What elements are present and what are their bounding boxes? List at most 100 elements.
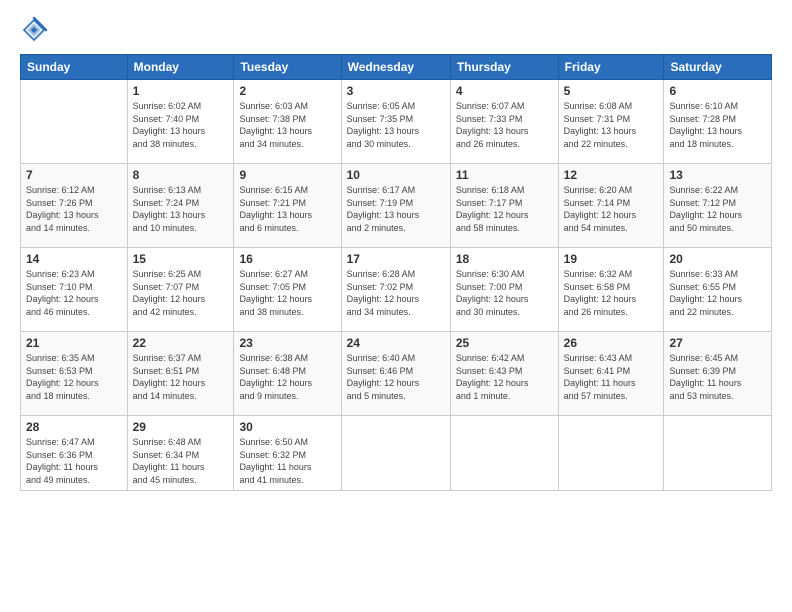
day-number: 10 — [347, 168, 445, 182]
day-number: 2 — [239, 84, 335, 98]
calendar-header-wednesday: Wednesday — [341, 55, 450, 80]
day-info: Sunrise: 6:13 AM Sunset: 7:24 PM Dayligh… — [133, 184, 229, 234]
day-info: Sunrise: 6:02 AM Sunset: 7:40 PM Dayligh… — [133, 100, 229, 150]
day-number: 13 — [669, 168, 766, 182]
calendar-cell — [558, 416, 664, 491]
calendar-cell: 10 Sunrise: 6:17 AM Sunset: 7:19 PM Dayli… — [341, 164, 450, 248]
calendar-cell: 19 Sunrise: 6:32 AM Sunset: 6:58 PM Dayli… — [558, 248, 664, 332]
day-number: 5 — [564, 84, 659, 98]
day-info: Sunrise: 6:48 AM Sunset: 6:34 PM Dayligh… — [133, 436, 229, 486]
calendar-header-monday: Monday — [127, 55, 234, 80]
day-number: 21 — [26, 336, 122, 350]
day-info: Sunrise: 6:10 AM Sunset: 7:28 PM Dayligh… — [669, 100, 766, 150]
calendar-header-saturday: Saturday — [664, 55, 772, 80]
day-number: 8 — [133, 168, 229, 182]
day-number: 27 — [669, 336, 766, 350]
day-number: 9 — [239, 168, 335, 182]
calendar-cell — [21, 80, 128, 164]
day-number: 4 — [456, 84, 553, 98]
calendar-cell: 3 Sunrise: 6:05 AM Sunset: 7:35 PM Daylig… — [341, 80, 450, 164]
day-info: Sunrise: 6:50 AM Sunset: 6:32 PM Dayligh… — [239, 436, 335, 486]
calendar-cell: 2 Sunrise: 6:03 AM Sunset: 7:38 PM Daylig… — [234, 80, 341, 164]
calendar-cell — [341, 416, 450, 491]
day-info: Sunrise: 6:43 AM Sunset: 6:41 PM Dayligh… — [564, 352, 659, 402]
calendar-table: SundayMondayTuesdayWednesdayThursdayFrid… — [20, 54, 772, 491]
calendar-header-thursday: Thursday — [450, 55, 558, 80]
calendar-cell: 8 Sunrise: 6:13 AM Sunset: 7:24 PM Daylig… — [127, 164, 234, 248]
page-header — [20, 16, 772, 44]
day-number: 23 — [239, 336, 335, 350]
day-number: 24 — [347, 336, 445, 350]
day-number: 18 — [456, 252, 553, 266]
day-number: 3 — [347, 84, 445, 98]
day-number: 14 — [26, 252, 122, 266]
calendar-page: SundayMondayTuesdayWednesdayThursdayFrid… — [0, 0, 792, 612]
day-info: Sunrise: 6:35 AM Sunset: 6:53 PM Dayligh… — [26, 352, 122, 402]
day-info: Sunrise: 6:08 AM Sunset: 7:31 PM Dayligh… — [564, 100, 659, 150]
calendar-cell: 6 Sunrise: 6:10 AM Sunset: 7:28 PM Daylig… — [664, 80, 772, 164]
day-info: Sunrise: 6:33 AM Sunset: 6:55 PM Dayligh… — [669, 268, 766, 318]
day-number: 11 — [456, 168, 553, 182]
calendar-cell: 17 Sunrise: 6:28 AM Sunset: 7:02 PM Dayli… — [341, 248, 450, 332]
calendar-cell: 4 Sunrise: 6:07 AM Sunset: 7:33 PM Daylig… — [450, 80, 558, 164]
day-number: 20 — [669, 252, 766, 266]
day-info: Sunrise: 6:42 AM Sunset: 6:43 PM Dayligh… — [456, 352, 553, 402]
day-number: 1 — [133, 84, 229, 98]
calendar-cell: 15 Sunrise: 6:25 AM Sunset: 7:07 PM Dayli… — [127, 248, 234, 332]
day-info: Sunrise: 6:45 AM Sunset: 6:39 PM Dayligh… — [669, 352, 766, 402]
logo — [20, 16, 52, 44]
calendar-cell: 9Sunrise: 6:15 AM Sunset: 7:21 PM Daylig… — [234, 164, 341, 248]
calendar-cell: 21 Sunrise: 6:35 AM Sunset: 6:53 PM Dayli… — [21, 332, 128, 416]
calendar-header-tuesday: Tuesday — [234, 55, 341, 80]
day-info: Sunrise: 6:27 AM Sunset: 7:05 PM Dayligh… — [239, 268, 335, 318]
calendar-cell: 7 Sunrise: 6:12 AM Sunset: 7:26 PM Daylig… — [21, 164, 128, 248]
day-info: Sunrise: 6:37 AM Sunset: 6:51 PM Dayligh… — [133, 352, 229, 402]
day-info: Sunrise: 6:47 AM Sunset: 6:36 PM Dayligh… — [26, 436, 122, 486]
day-number: 7 — [26, 168, 122, 182]
calendar-cell: 29 Sunrise: 6:48 AM Sunset: 6:34 PM Dayli… — [127, 416, 234, 491]
day-number: 30 — [239, 420, 335, 434]
calendar-cell: 18 Sunrise: 6:30 AM Sunset: 7:00 PM Dayli… — [450, 248, 558, 332]
day-number: 22 — [133, 336, 229, 350]
calendar-cell: 5 Sunrise: 6:08 AM Sunset: 7:31 PM Daylig… — [558, 80, 664, 164]
day-info: Sunrise: 6:30 AM Sunset: 7:00 PM Dayligh… — [456, 268, 553, 318]
day-number: 6 — [669, 84, 766, 98]
day-info: Sunrise: 6:22 AM Sunset: 7:12 PM Dayligh… — [669, 184, 766, 234]
calendar-cell: 20 Sunrise: 6:33 AM Sunset: 6:55 PM Dayli… — [664, 248, 772, 332]
day-info: Sunrise: 6:18 AM Sunset: 7:17 PM Dayligh… — [456, 184, 553, 234]
logo-icon — [20, 16, 48, 44]
day-info: Sunrise: 6:03 AM Sunset: 7:38 PM Dayligh… — [239, 100, 335, 150]
day-number: 17 — [347, 252, 445, 266]
calendar-cell: 27 Sunrise: 6:45 AM Sunset: 6:39 PM Dayli… — [664, 332, 772, 416]
day-number: 12 — [564, 168, 659, 182]
day-info: Sunrise: 6:28 AM Sunset: 7:02 PM Dayligh… — [347, 268, 445, 318]
day-number: 26 — [564, 336, 659, 350]
calendar-cell: 30 Sunrise: 6:50 AM Sunset: 6:32 PM Dayli… — [234, 416, 341, 491]
calendar-cell: 12 Sunrise: 6:20 AM Sunset: 7:14 PM Dayli… — [558, 164, 664, 248]
day-number: 29 — [133, 420, 229, 434]
calendar-cell: 23 Sunrise: 6:38 AM Sunset: 6:48 PM Dayli… — [234, 332, 341, 416]
calendar-cell: 26 Sunrise: 6:43 AM Sunset: 6:41 PM Dayli… — [558, 332, 664, 416]
calendar-cell: 14 Sunrise: 6:23 AM Sunset: 7:10 PM Dayli… — [21, 248, 128, 332]
calendar-cell: 1 Sunrise: 6:02 AM Sunset: 7:40 PM Daylig… — [127, 80, 234, 164]
day-info: Sunrise: 6:05 AM Sunset: 7:35 PM Dayligh… — [347, 100, 445, 150]
day-info: Sunrise: 6:25 AM Sunset: 7:07 PM Dayligh… — [133, 268, 229, 318]
calendar-cell: 16 Sunrise: 6:27 AM Sunset: 7:05 PM Dayli… — [234, 248, 341, 332]
day-info: Sunrise: 6:23 AM Sunset: 7:10 PM Dayligh… — [26, 268, 122, 318]
day-number: 19 — [564, 252, 659, 266]
calendar-header-friday: Friday — [558, 55, 664, 80]
day-info: Sunrise: 6:12 AM Sunset: 7:26 PM Dayligh… — [26, 184, 122, 234]
calendar-cell: 28 Sunrise: 6:47 AM Sunset: 6:36 PM Dayli… — [21, 416, 128, 491]
day-number: 25 — [456, 336, 553, 350]
calendar-header-row: SundayMondayTuesdayWednesdayThursdayFrid… — [21, 55, 772, 80]
day-info: Sunrise: 6:20 AM Sunset: 7:14 PM Dayligh… — [564, 184, 659, 234]
day-info: Sunrise: 6:38 AM Sunset: 6:48 PM Dayligh… — [239, 352, 335, 402]
day-info: Sunrise: 6:40 AM Sunset: 6:46 PM Dayligh… — [347, 352, 445, 402]
day-number: 15 — [133, 252, 229, 266]
day-number: 28 — [26, 420, 122, 434]
day-info: Sunrise: 6:17 AM Sunset: 7:19 PM Dayligh… — [347, 184, 445, 234]
day-info: Sunrise: 6:32 AM Sunset: 6:58 PM Dayligh… — [564, 268, 659, 318]
day-number: 16 — [239, 252, 335, 266]
calendar-cell: 25 Sunrise: 6:42 AM Sunset: 6:43 PM Dayli… — [450, 332, 558, 416]
day-info: Sunrise: 6:07 AM Sunset: 7:33 PM Dayligh… — [456, 100, 553, 150]
